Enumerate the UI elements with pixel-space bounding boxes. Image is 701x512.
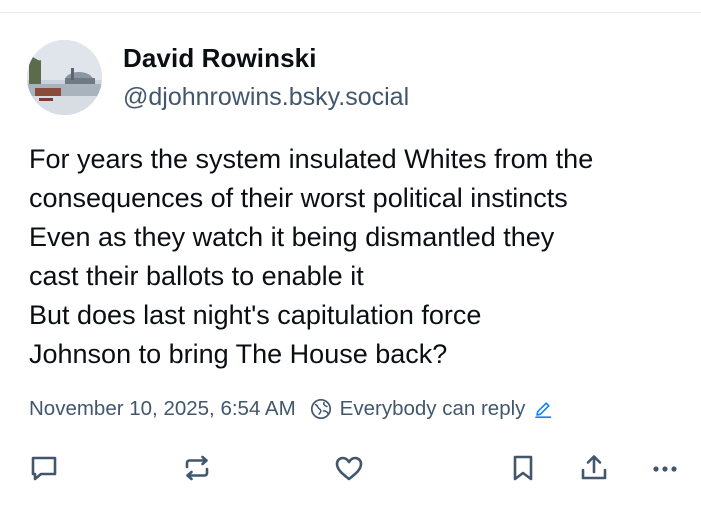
post-line: cast their ballots to enable it [29, 261, 364, 291]
divider [0, 12, 701, 13]
bookmark-button[interactable] [503, 448, 543, 488]
post-line: Even as they watch it being dismantled t… [29, 222, 555, 252]
post-line: For years the system insulated Whites fr… [29, 144, 594, 174]
comment-icon [31, 456, 57, 481]
share-icon [581, 455, 607, 480]
share-button[interactable] [574, 448, 614, 488]
pencil-icon [535, 402, 552, 418]
reply-setting[interactable]: Everybody can reply [310, 397, 554, 421]
post-meta: November 10, 2025, 6:54 AM Everybody can… [29, 394, 553, 424]
author-handle[interactable]: @djohnrowins.bsky.social [123, 83, 409, 112]
bookmark-icon [513, 455, 533, 481]
author-display-name[interactable]: David Rowinski [123, 43, 317, 74]
reply-button[interactable] [24, 448, 64, 488]
globe-icon [310, 398, 331, 420]
post-text: For years the system insulated Whites fr… [29, 140, 697, 374]
post-line: Johnson to bring The House back? [29, 339, 448, 369]
post-line: consequences of their worst political in… [29, 183, 568, 213]
avatar-image [27, 40, 102, 115]
more-icon [653, 466, 677, 472]
post-actions [0, 448, 701, 488]
more-button[interactable] [645, 448, 685, 488]
repost-button[interactable] [177, 448, 217, 488]
avatar[interactable] [27, 40, 102, 115]
heart-icon [335, 456, 363, 481]
post-timestamp[interactable]: November 10, 2025, 6:54 AM [29, 397, 296, 421]
reply-setting-label: Everybody can reply [339, 397, 526, 420]
post-line: But does last night's capitulation force [29, 300, 482, 330]
repost-icon [185, 455, 209, 481]
like-button[interactable] [329, 448, 369, 488]
